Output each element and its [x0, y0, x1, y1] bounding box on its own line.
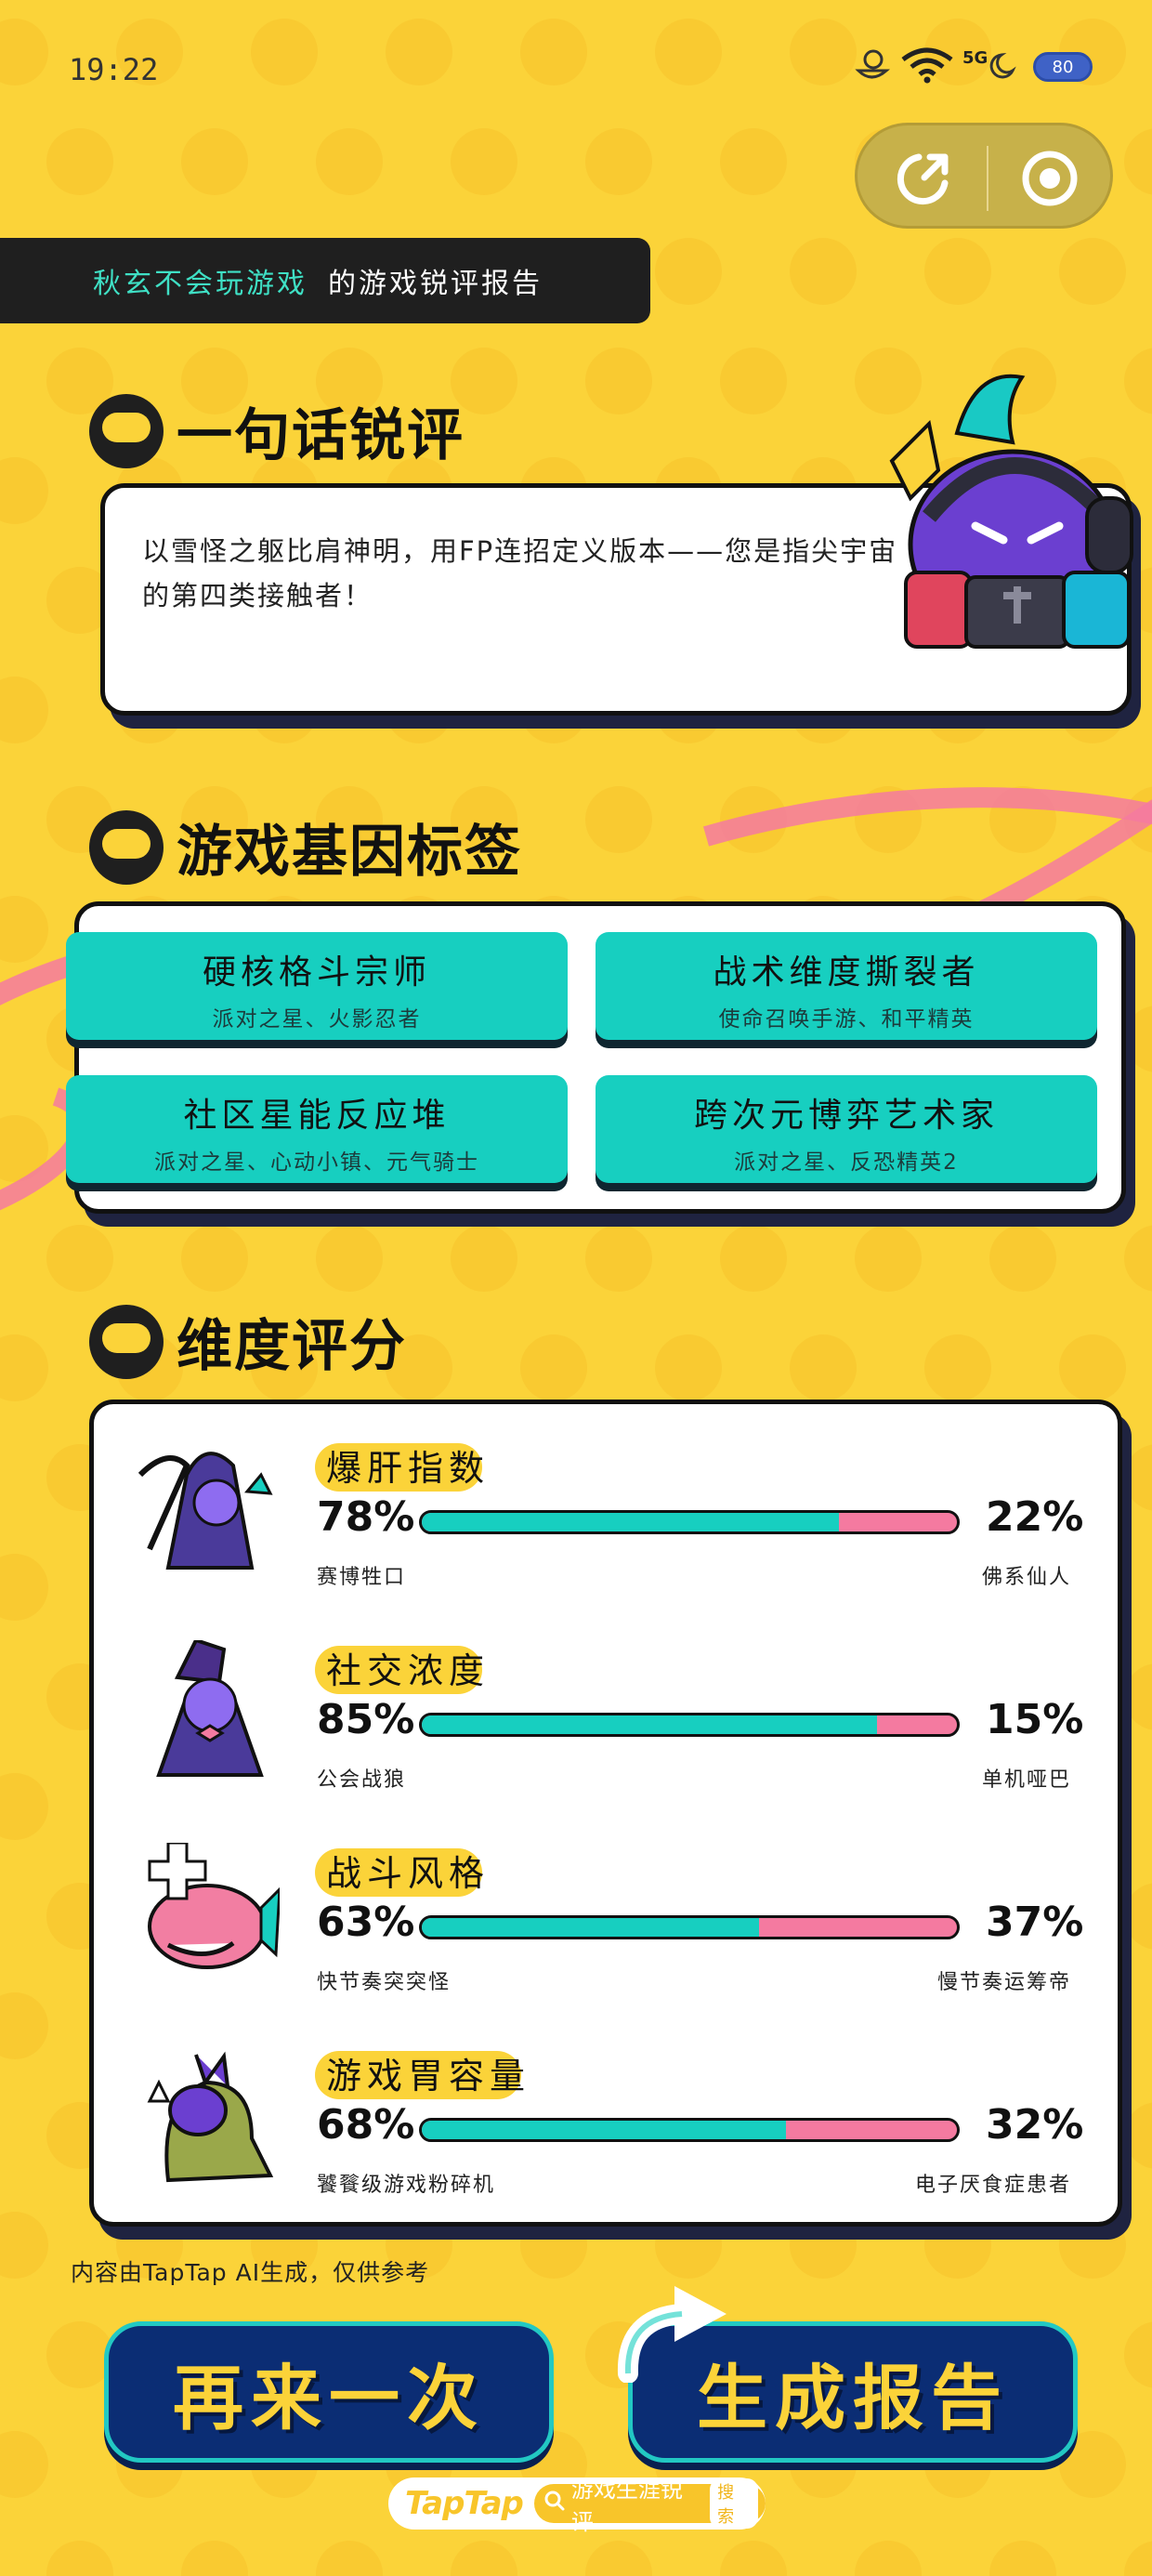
dimension-left-label: 饕餮级游戏粉碎机: [317, 2174, 496, 2197]
user-nickname: 秋玄不会玩游戏: [93, 268, 308, 300]
gene-tag-title: 社区星能反应堆: [183, 1097, 451, 1135]
dimension-left-pct: 85%: [317, 1696, 415, 1743]
dimension-right-label: 电子厌食症患者: [914, 2174, 1071, 2197]
dinosaur-avatar-image: [131, 2045, 280, 2185]
taptap-search-text: 游戏生涯锐评: [570, 2477, 683, 2535]
gene-tag-title: 战术维度撕裂者: [713, 953, 980, 992]
share-icon[interactable]: [891, 146, 956, 211]
gene-tag-title: 硬核格斗宗师: [202, 953, 431, 992]
taptap-logo: TapTap: [405, 2485, 524, 2522]
report-title-banner: 秋玄不会玩游戏 的游戏锐评报告: [0, 238, 650, 323]
battery-level: 80: [1052, 57, 1074, 77]
dimension-left-pct: 78%: [317, 1493, 415, 1541]
taptap-footer[interactable]: TapTap 游戏生涯锐评 搜索: [388, 2477, 766, 2535]
curved-arrow-icon: [617, 2280, 738, 2386]
dimension-name: 游戏胃容量: [326, 2056, 531, 2096]
dimension-right-pct: 15%: [986, 1696, 1084, 1743]
dimension-bar: [419, 2118, 960, 2142]
dimension-name: 社交浓度: [326, 1650, 491, 1691]
gene-tag-games: 派对之星、反恐精英2: [734, 1150, 959, 1175]
dimension-right-label: 佛系仙人: [981, 1566, 1071, 1589]
miniprogram-capsule: [855, 123, 1113, 229]
retry-button[interactable]: 再来一次: [104, 2321, 554, 2463]
dimension-bar-fill: [422, 2121, 786, 2139]
search-icon: [543, 2490, 566, 2517]
tags-card: 硬核格斗宗师 派对之星、火影忍者 战术维度撕裂者 使命召唤手游、和平精英 社区星…: [66, 901, 1126, 1214]
dimension-right-pct: 22%: [986, 1493, 1084, 1541]
magician-avatar-image: [131, 1637, 280, 1780]
gene-tag-games: 派对之星、心动小镇、元气骑士: [154, 1150, 479, 1175]
dimension-left-pct: 63%: [317, 1899, 415, 1946]
dimension-left-label: 快节奏突突怪: [317, 1971, 452, 1994]
report-title-suffix: 的游戏锐评报告: [328, 268, 543, 300]
ai-disclaimer: 内容由TapTap AI生成，仅供参考: [71, 2259, 430, 2286]
face-icon: [89, 1304, 164, 1379]
taptap-search-pill[interactable]: 游戏生涯锐评 搜索: [533, 2477, 766, 2535]
mascot-headphones-image: [873, 359, 1152, 675]
dimensions-section-title: 维度评分: [89, 1301, 407, 1382]
gene-tag: 战术维度撕裂者 使命召唤手游、和平精英: [596, 932, 1097, 1040]
dimension-bar: [419, 1510, 960, 1534]
dimension-name: 战斗风格: [326, 1853, 491, 1894]
reaper-avatar-image: [131, 1438, 280, 1577]
tags-section-title: 游戏基因标签: [89, 807, 522, 887]
face-icon: [89, 393, 164, 468]
dimension-name: 爆肝指数: [326, 1448, 491, 1489]
dimension-left-label: 赛博牲口: [317, 1566, 407, 1589]
wifi-icon: [899, 46, 955, 87]
dimension-bar: [419, 1713, 960, 1737]
dimension-right-pct: 37%: [986, 1899, 1084, 1946]
gene-tag-games: 派对之星、火影忍者: [212, 1007, 422, 1032]
dimension-row: 游戏胃容量 68% 32% 饕餮级游戏粉碎机 电子厌食症患者: [94, 2047, 1116, 2233]
dimension-bar-fill: [422, 1918, 759, 1937]
review-section-title: 一句话锐评: [89, 390, 465, 471]
dimension-right-label: 单机哑巴: [981, 1768, 1071, 1792]
status-bar: 19:22 5G 80: [0, 0, 1152, 130]
target-close-icon[interactable]: [1017, 146, 1082, 211]
capsule-divider: [987, 146, 988, 211]
duck-icon: [853, 46, 890, 87]
dimension-left-pct: 68%: [317, 2101, 415, 2149]
dimension-row: 社交浓度 85% 15% 公会战狼 单机哑巴: [94, 1637, 1116, 1828]
face-icon: [89, 809, 164, 885]
battery-icon: 80: [1033, 52, 1093, 82]
dimensions-title: 维度评分: [177, 1314, 407, 1379]
fish-avatar-image: [131, 1841, 281, 1982]
search-badge: 搜索: [710, 2478, 758, 2529]
dimension-bar: [419, 1915, 960, 1939]
dimension-left-label: 公会战狼: [317, 1768, 407, 1792]
moon-icon: [985, 52, 1016, 84]
dimension-right-label: 慢节奏运筹帝: [936, 1971, 1071, 1994]
dimension-row: 爆肝指数 78% 22% 赛博牲口 佛系仙人: [94, 1439, 1116, 1625]
review-title: 一句话锐评: [177, 403, 465, 468]
tags-title: 游戏基因标签: [177, 820, 522, 885]
gene-tag-title: 跨次元博弈艺术家: [693, 1097, 999, 1135]
dimension-right-pct: 32%: [986, 2101, 1084, 2149]
review-text: 以雪怪之躯比肩神明，用FP连招定义版本——您是指尖宇宙的第四类接触者！: [142, 535, 898, 611]
dimension-row: 战斗风格 63% 37% 快节奏突突怪 慢节奏运筹帝: [94, 1841, 1116, 2031]
dimension-bar-fill: [422, 1715, 877, 1734]
dimensions-card: 爆肝指数 78% 22% 赛博牲口 佛系仙人 社交浓度 85% 15% 公会战狼…: [89, 1400, 1122, 2227]
status-time: 19:22: [69, 52, 159, 87]
gene-tag: 硬核格斗宗师 派对之星、火影忍者: [66, 932, 568, 1040]
gene-tag: 跨次元博弈艺术家 派对之星、反恐精英2: [596, 1075, 1097, 1183]
dimension-bar-fill: [422, 1513, 840, 1531]
gene-tag: 社区星能反应堆 派对之星、心动小镇、元气骑士: [66, 1075, 568, 1183]
gene-tag-games: 使命召唤手游、和平精英: [718, 1007, 975, 1032]
